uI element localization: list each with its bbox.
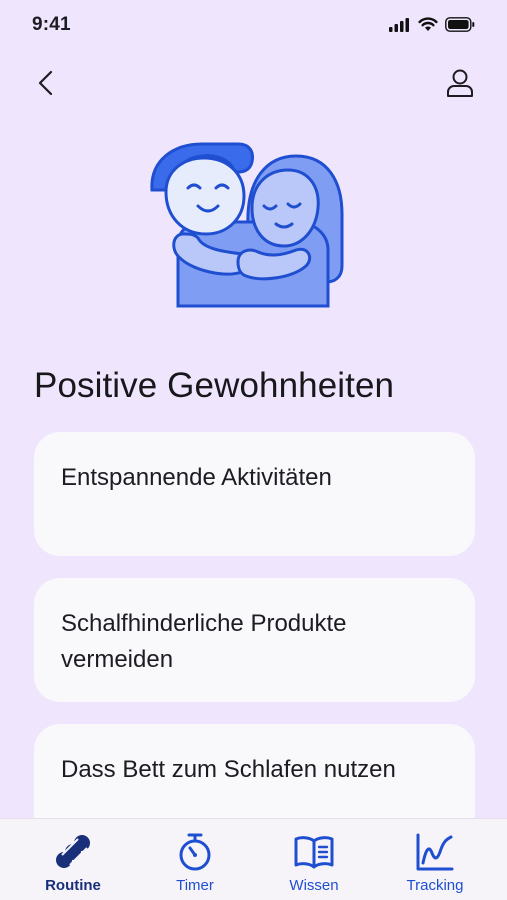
user-icon	[447, 69, 473, 97]
battery-icon	[445, 17, 475, 32]
card-label: Schalfhinderliche Produkte vermeiden	[61, 610, 347, 673]
status-time: 9:41	[32, 14, 71, 35]
status-icons	[389, 17, 475, 32]
wifi-icon	[418, 17, 438, 31]
tab-tracking[interactable]: Tracking	[375, 819, 495, 900]
chevron-left-icon	[38, 70, 53, 96]
tab-label: Wissen	[289, 877, 339, 894]
status-bar: 9:41	[0, 0, 507, 50]
tab-timer[interactable]: Timer	[135, 819, 255, 900]
habit-card-avoid-products[interactable]: Schalfhinderliche Produkte vermeiden	[34, 578, 475, 702]
tab-label: Tracking	[406, 877, 464, 894]
book-icon	[294, 836, 334, 869]
tab-bar: Routine Timer Wissen Tracking	[0, 818, 507, 900]
routine-icon	[56, 835, 90, 868]
tab-label: Timer	[176, 877, 214, 894]
card-label: Entspannende Aktivitäten	[61, 464, 332, 491]
profile-button[interactable]	[443, 66, 477, 100]
habit-card-relaxing-activities[interactable]: Entspannende Aktivitäten	[34, 432, 475, 556]
signal-icon	[389, 17, 409, 32]
back-button[interactable]	[30, 66, 64, 100]
card-label: Dass Bett zum Schlafen nutzen	[61, 756, 396, 783]
tab-label: Routine	[45, 877, 101, 894]
stopwatch-icon	[179, 833, 211, 871]
chart-icon	[416, 833, 454, 871]
page-title: Positive Gewohnheiten	[34, 366, 395, 405]
hugging-couple-illustration	[146, 138, 350, 312]
tab-routine[interactable]: Routine	[13, 819, 133, 900]
tab-wissen[interactable]: Wissen	[254, 819, 374, 900]
